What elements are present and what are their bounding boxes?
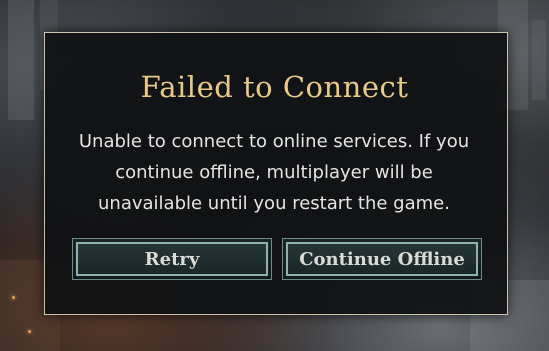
dialog-title: Failed to Connect	[140, 70, 409, 104]
continue-offline-button[interactable]: Continue Offline	[282, 238, 482, 280]
game-background: Failed to Connect Unable to connect to o…	[0, 0, 549, 351]
ember-particle	[12, 296, 15, 299]
dialog-message: Unable to connect to online services. If…	[78, 131, 470, 214]
ember-particle	[28, 330, 31, 333]
continue-offline-button-label: Continue Offline	[286, 242, 478, 276]
retry-button-label: Retry	[76, 242, 268, 276]
retry-button[interactable]: Retry	[72, 238, 272, 280]
